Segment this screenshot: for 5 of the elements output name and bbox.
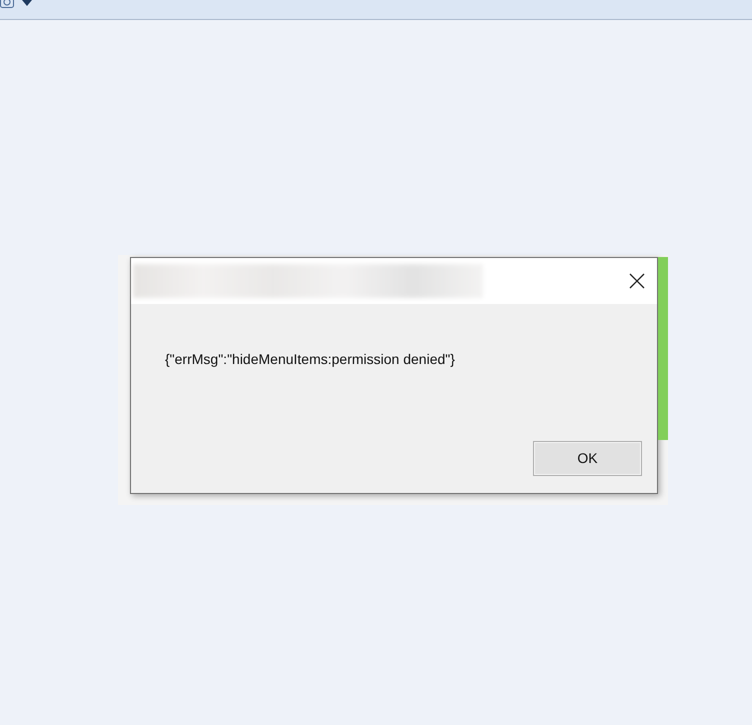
ok-button[interactable]: OK — [533, 441, 642, 476]
error-message: {"errMsg":"hideMenuItems:permission denied"} — [165, 351, 455, 367]
close-icon — [629, 273, 645, 289]
camera-icon[interactable] — [0, 0, 14, 8]
caret-icon[interactable] — [22, 0, 32, 6]
